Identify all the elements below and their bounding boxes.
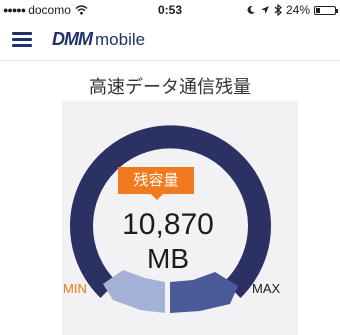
gauge-min-label: MIN (63, 281, 87, 296)
remaining-unit: MB (147, 243, 189, 274)
gauge-low-segment (103, 270, 165, 313)
remaining-badge: 残容量 (118, 167, 194, 200)
gauge-max-label: MAX (252, 281, 281, 296)
remaining-value: 10,870 (122, 208, 214, 241)
